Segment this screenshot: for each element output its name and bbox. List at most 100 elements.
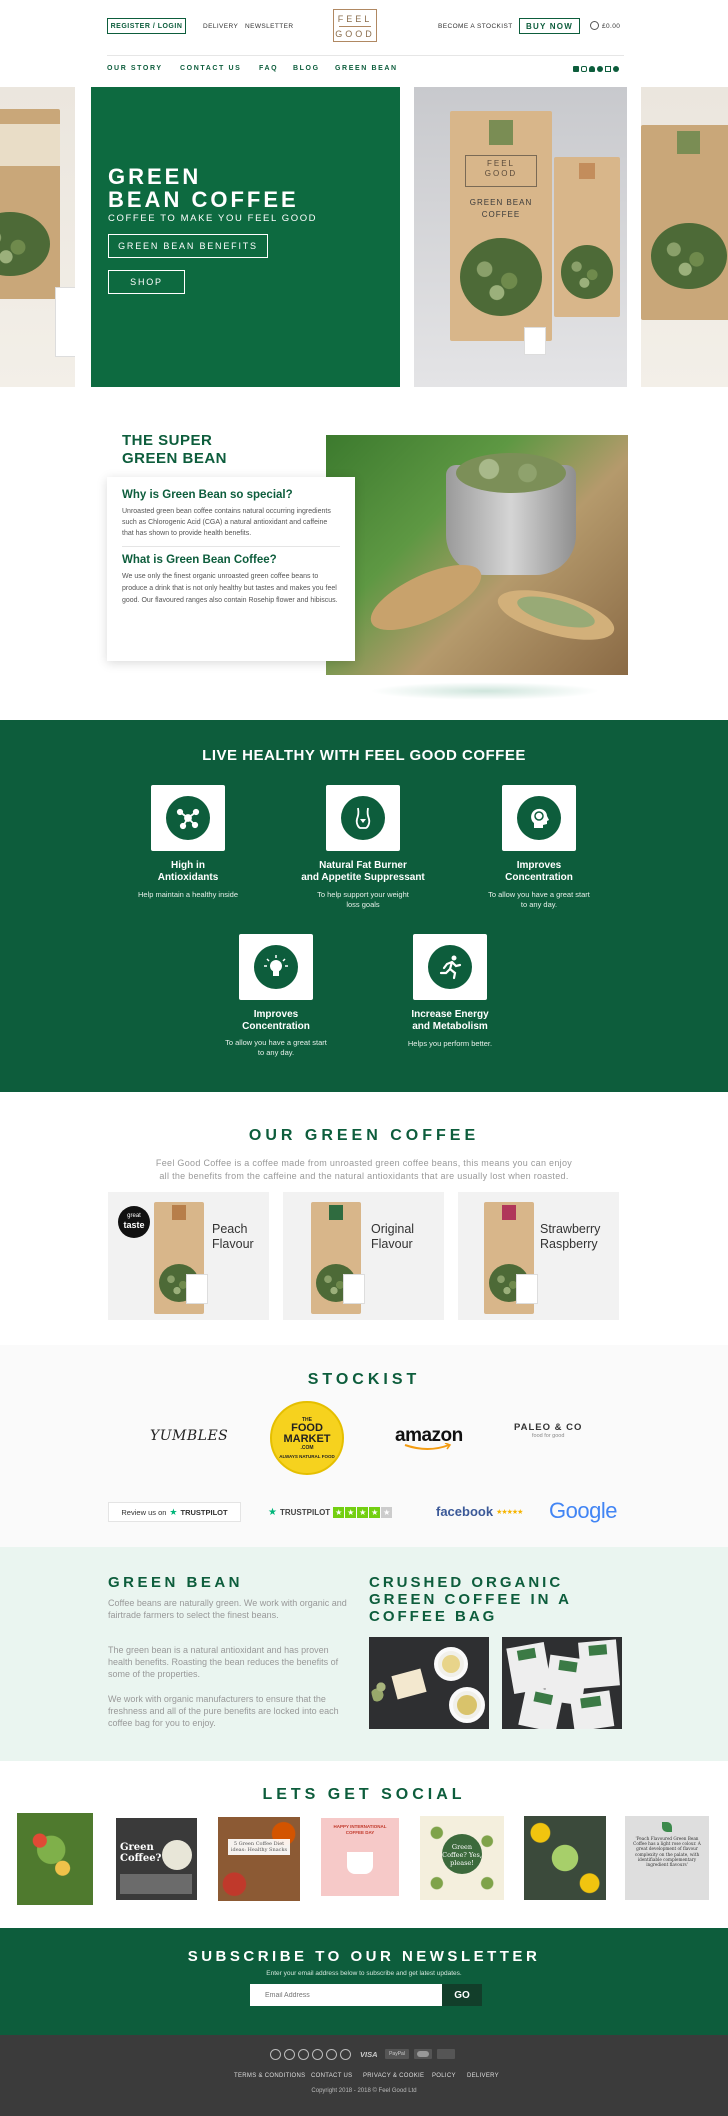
shop-button[interactable]: SHOP xyxy=(108,270,185,294)
q1-heading: Why is Green Bean so special? xyxy=(122,489,293,501)
hero-title-line2: BEAN COFFEE xyxy=(108,187,299,212)
food-market-logo[interactable]: THE FOOD MARKET .COM ALWAYS NATURAL FOOD xyxy=(270,1401,344,1475)
paleo-logo[interactable]: PALEO & CO food for good xyxy=(514,1422,582,1439)
hero-product-image[interactable]: FEEL GOOD GREEN BEAN COFFEE xyxy=(414,87,627,387)
social-tile-salad[interactable] xyxy=(17,1813,93,1905)
social-tile-smoothie[interactable] xyxy=(524,1816,606,1900)
badge-line1: great xyxy=(127,1213,141,1219)
hero-bag-brand2: GOOD xyxy=(484,168,518,178)
site-footer: VISA PayPal TERMS & CONDITIONS CONTACT U… xyxy=(0,2035,728,2116)
product-card-strawberry[interactable]: Strawberry Raspberry xyxy=(458,1192,619,1320)
green-beans-photo[interactable] xyxy=(326,435,628,675)
product-name-line1: Strawberry xyxy=(540,1222,601,1236)
yumbles-logo[interactable]: YUMBLES xyxy=(150,1428,228,1444)
feature-title-line1: Improves xyxy=(253,1009,299,1020)
fm-line3: MARKET xyxy=(283,1433,331,1445)
social-tile-yes-please[interactable]: Green Coffee? Yes, please! xyxy=(420,1816,504,1900)
amazon-logo[interactable]: amazon xyxy=(395,1425,463,1450)
head-icon xyxy=(531,808,549,828)
footer-link-contact[interactable]: CONTACT US xyxy=(311,2073,352,2079)
twitter-icon[interactable] xyxy=(312,2049,323,2060)
product-name-line2: Flavour xyxy=(212,1237,254,1251)
feature-desc-concentration-2: To allow you have a great start to any da… xyxy=(201,1038,351,1058)
product-name-peach: Peach Flavour xyxy=(212,1222,254,1252)
logo[interactable]: FEEL GOOD xyxy=(333,9,377,42)
great-taste-badge: great taste xyxy=(118,1206,150,1238)
google-logo[interactable]: Google xyxy=(549,1498,617,1524)
crushed-heading: CRUSHED ORGANIC GREEN COFFEE IN A COFFEE… xyxy=(369,1574,572,1625)
paleo-line2: food for good xyxy=(532,1433,565,1439)
tea-cups-photo[interactable] xyxy=(369,1637,489,1729)
footer-link-privacy[interactable]: PRIVACY & COOKIE xyxy=(363,2073,424,2079)
email-icon[interactable] xyxy=(605,66,611,72)
social-tile-coffee-day[interactable]: HAPPY INTERNATIONAL COFFEE DAY xyxy=(321,1818,399,1896)
product-name-line1: Peach xyxy=(212,1222,248,1236)
feature-desc-line1: Help maintain a healthy inside xyxy=(137,890,239,899)
feature-title-line1: Increase Energy xyxy=(411,1009,489,1020)
trustpilot-rating[interactable]: ★ TRUSTPILOT ★ ★ ★ ★ ★ xyxy=(268,1502,408,1522)
coffee-intro-line1: Feel Good Coffee is a coffee made from u… xyxy=(155,1158,573,1168)
super-info-card: Why is Green Bean so special? Unroasted … xyxy=(107,477,355,661)
hero-right-image[interactable] xyxy=(641,87,728,387)
newsletter-email-input[interactable] xyxy=(250,1984,442,2006)
hero-left-image[interactable] xyxy=(0,87,75,387)
delivery-link[interactable]: DELIVERY xyxy=(203,23,238,30)
feature-title-line2: and Appetite Suppressant xyxy=(301,872,425,883)
green-bean-benefits-button[interactable]: GREEN BEAN BENEFITS xyxy=(108,234,268,258)
footer-link-policy[interactable]: POLICY xyxy=(432,2073,456,2079)
become-stockist-link[interactable]: BECOME A STOCKIST xyxy=(438,23,513,30)
hero-bag-large: FEEL GOOD GREEN BEAN COFFEE xyxy=(450,111,552,341)
header-divider xyxy=(107,55,624,56)
cart-total[interactable]: £0.00 xyxy=(602,23,620,30)
product-card-original[interactable]: Original Flavour xyxy=(283,1192,444,1320)
newsletter-link[interactable]: NEWSLETTER xyxy=(245,23,293,30)
product-card-peach[interactable]: great taste Peach Flavour xyxy=(108,1192,269,1320)
feature-desc-concentration: To allow you have a great start to any da… xyxy=(464,890,614,910)
green-bean-heading: GREEN BEAN xyxy=(108,1574,244,1591)
feature-desc-line1: To help support your weight xyxy=(317,890,409,899)
trustpilot-star-icon: ★ xyxy=(169,1506,178,1517)
facebook-icon[interactable] xyxy=(573,66,579,72)
pinterest-icon[interactable] xyxy=(326,2049,337,2060)
buy-now-button[interactable]: BUY NOW xyxy=(519,18,580,34)
social-tile-green-coffee[interactable]: Green Coffee? xyxy=(116,1818,197,1900)
nav-green-bean[interactable]: GREEN BEAN xyxy=(335,65,398,72)
social-tile-snacks[interactable]: 5 Green Coffee Diet ideas: Healthy Snack… xyxy=(218,1817,300,1901)
facebook-icon[interactable] xyxy=(270,2049,281,2060)
footer-copyright: Copyright 2018 - 2018 © Feel Good Ltd xyxy=(311,2088,417,2094)
social-tile-quote[interactable]: 'Peach Flavoured Green Bean Coffee has a… xyxy=(625,1816,709,1900)
newsletter-go-button[interactable]: GO xyxy=(442,1984,482,2006)
pinterest-icon[interactable] xyxy=(613,66,619,72)
hero-section: GREEN BEAN COFFEE COFFEE TO MAKE YOU FEE… xyxy=(0,87,728,387)
instagram-icon[interactable] xyxy=(581,66,587,72)
leaf-icon xyxy=(662,1822,672,1832)
tile3-text: 5 Green Coffee Diet ideas: Healthy Snack… xyxy=(228,1839,290,1855)
nav-blog[interactable]: BLOG xyxy=(293,65,320,72)
email-icon[interactable] xyxy=(340,2049,351,2060)
product-name-original: Original Flavour xyxy=(371,1222,414,1252)
instagram-icon[interactable] xyxy=(284,2049,295,2060)
twitter-icon[interactable] xyxy=(597,66,603,72)
coffee-bags-photo[interactable] xyxy=(502,1637,622,1729)
footer-link-terms[interactable]: TERMS & CONDITIONS xyxy=(234,2073,305,2079)
footer-link-delivery[interactable]: DELIVERY xyxy=(467,2073,499,2079)
body-icon xyxy=(355,807,371,829)
snapchat-icon[interactable] xyxy=(298,2049,309,2060)
trustpilot-review-badge[interactable]: Review us on ★ TRUSTPILOT xyxy=(108,1502,241,1522)
cart-icon[interactable] xyxy=(590,21,599,30)
nav-our-story[interactable]: OUR STORY xyxy=(107,65,163,72)
amex-icon xyxy=(437,2049,455,2059)
feature-desc-line2: to any day. xyxy=(257,1048,295,1057)
register-login-button[interactable]: REGISTER / LOGIN xyxy=(107,18,186,34)
feature-title-line1: Natural Fat Burner xyxy=(319,860,407,871)
nav-contact-us[interactable]: CONTACT US xyxy=(180,65,241,72)
hero-title-line1: GREEN xyxy=(108,164,202,189)
amazon-smile-icon xyxy=(404,1443,452,1450)
snapchat-icon[interactable] xyxy=(589,66,595,72)
paypal-icon: PayPal xyxy=(385,2049,409,2059)
facebook-rating[interactable]: facebook ★★★★★ xyxy=(436,1504,523,1519)
feature-desc-line1: Helps you perform better. xyxy=(407,1039,493,1048)
nav-faq[interactable]: FAQ xyxy=(259,65,278,72)
social-section: LETS GET SOCIAL Green Coffee? 5 Green Co… xyxy=(0,1761,728,1928)
super-title-line1: THE SUPER xyxy=(122,432,213,449)
